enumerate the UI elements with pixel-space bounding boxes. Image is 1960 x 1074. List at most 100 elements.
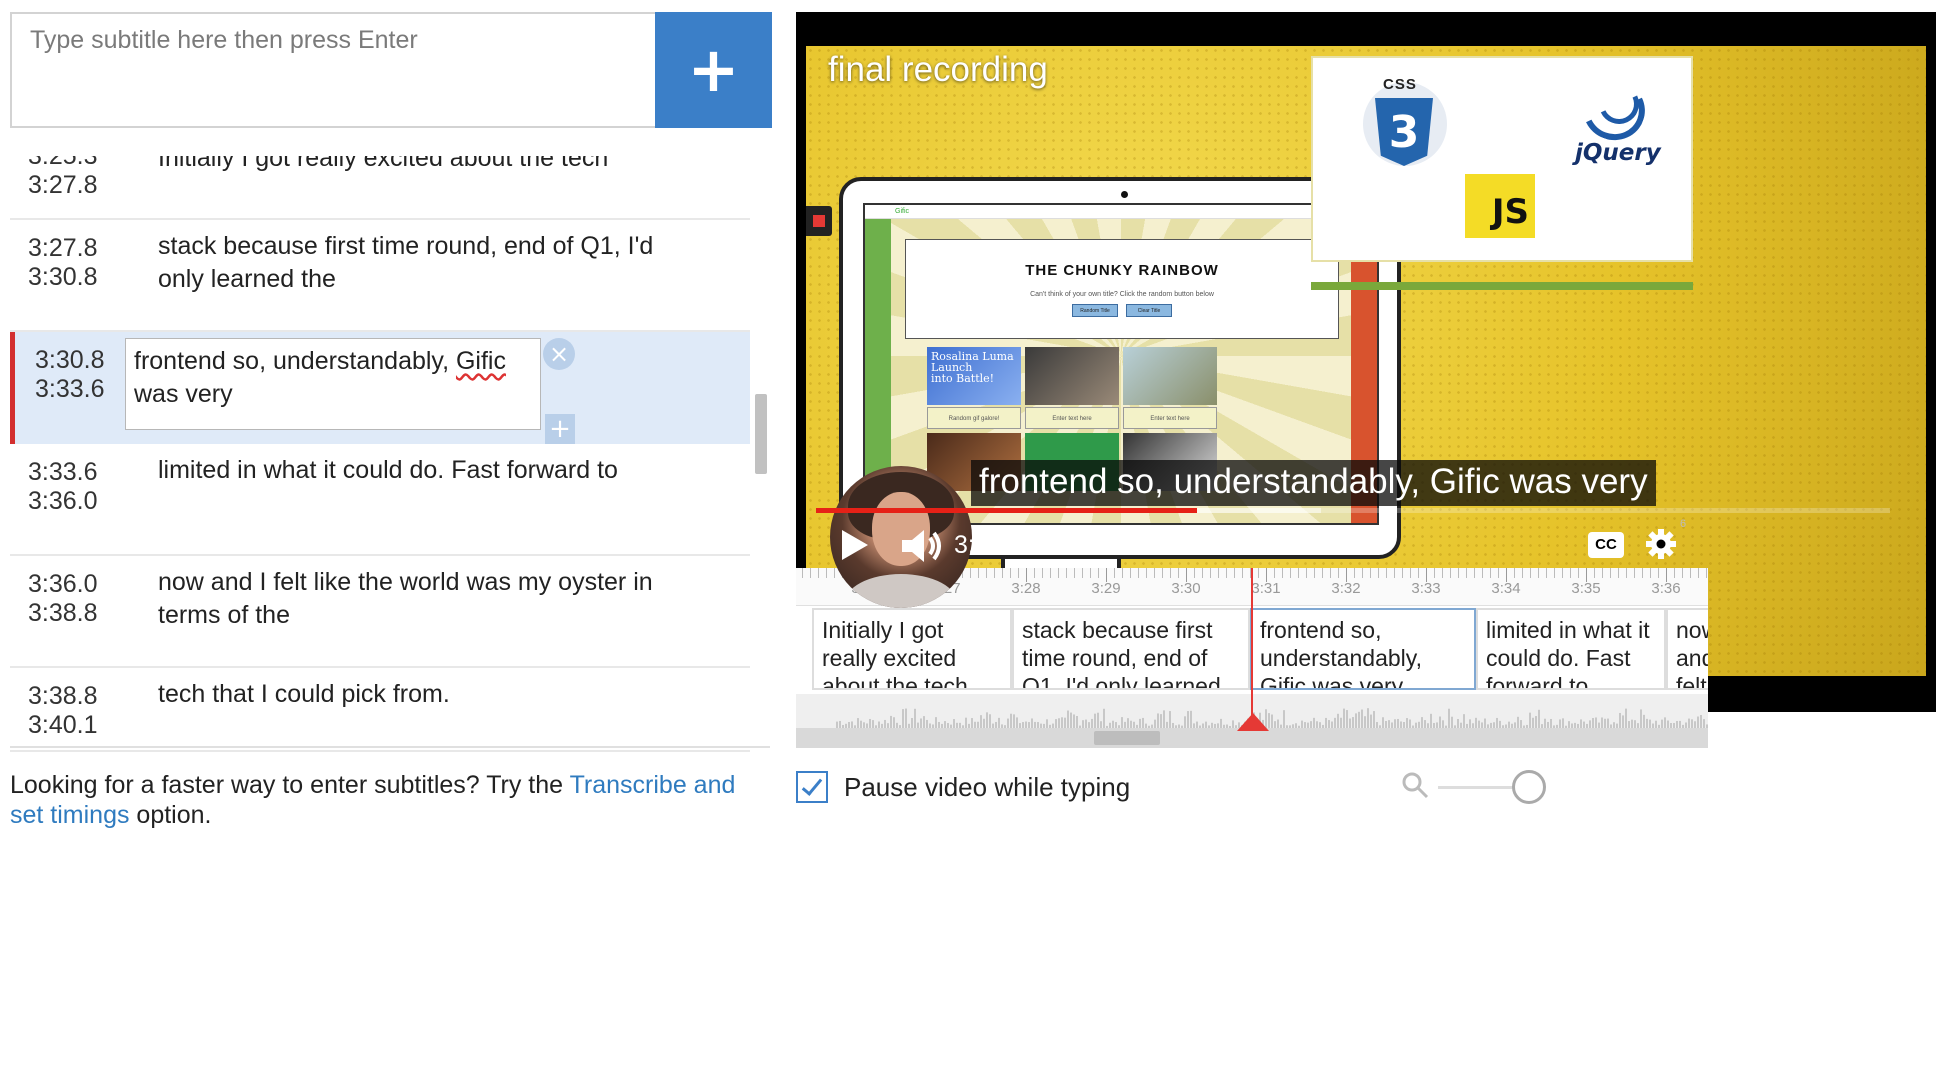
waveform-bar <box>1160 714 1162 728</box>
delete-subtitle-button[interactable]: × <box>543 338 575 370</box>
waveform-bar <box>920 718 922 728</box>
ruler-tick <box>1386 568 1387 578</box>
waveform-bar <box>1550 718 1552 728</box>
caption-overlay: frontend so, understandably, Gific was v… <box>971 460 1656 506</box>
waveform-bar <box>1220 718 1222 728</box>
waveform-bar <box>1535 716 1537 728</box>
playhead-handle[interactable] <box>1237 713 1269 731</box>
ruler-tick <box>1330 568 1331 578</box>
start-time[interactable]: 3:25.3 <box>28 156 98 171</box>
misspelled-word[interactable]: Gific <box>456 347 506 375</box>
subtitle-row[interactable]: 3:33.6 3:36.0 limited in what it could d… <box>10 444 750 556</box>
site-clear-button: Clear Title <box>1126 304 1172 317</box>
timeline-block[interactable]: stack because first time round, end of Q… <box>1012 608 1250 690</box>
list-divider <box>10 746 770 748</box>
subtitle-edit-field[interactable]: frontend so, understandably, Gific was v… <box>125 338 541 430</box>
ruler-tick <box>1066 568 1067 578</box>
end-time[interactable]: 3:30.8 <box>28 263 98 292</box>
ruler-tick <box>826 568 827 578</box>
ruler-tick <box>1650 568 1651 578</box>
timeline-scrollbar[interactable] <box>796 728 1708 748</box>
ruler-tick <box>1098 568 1099 578</box>
site-subheading: Can't think of your own title? Click the… <box>1030 291 1214 298</box>
play-icon[interactable] <box>842 530 868 560</box>
waveform-bar <box>893 717 895 728</box>
start-time[interactable]: 3:30.8 <box>35 346 105 375</box>
new-subtitle-input[interactable] <box>10 12 655 128</box>
waveform-bar <box>1328 720 1330 728</box>
subtitle-text[interactable]: Initially I got really excited about the… <box>158 156 698 175</box>
end-time[interactable]: 3:33.6 <box>35 375 105 404</box>
subtitle-row[interactable]: 3:25.3 3:27.8 Initially I got really exc… <box>10 156 750 220</box>
ruler-tick <box>1474 568 1475 578</box>
waveform-bar <box>1478 720 1480 728</box>
subtitle-text[interactable]: now and I felt like the world was my oys… <box>158 566 698 632</box>
gif-thumb: Rosalina Luma Launch into Battle! <box>927 347 1021 405</box>
gif-thumb <box>1123 347 1217 405</box>
ruler-tick <box>1706 568 1707 578</box>
ruler-tick <box>1354 568 1355 578</box>
ruler-tick <box>1018 568 1019 578</box>
list-scrollbar[interactable] <box>755 394 767 474</box>
waveform-bar <box>1301 720 1303 728</box>
gear-icon[interactable] <box>1644 527 1678 561</box>
js-label: JS <box>1491 192 1529 232</box>
progress-bar[interactable] <box>816 508 1890 513</box>
start-time[interactable]: 3:38.8 <box>28 682 98 711</box>
ruler-tick <box>1170 568 1171 578</box>
insert-subtitle-button[interactable]: + <box>545 414 575 444</box>
end-time[interactable]: 3:36.0 <box>28 487 98 516</box>
start-time[interactable]: 3:36.0 <box>28 570 98 599</box>
pause-option[interactable]: Pause video while typing <box>796 770 1130 804</box>
subtitle-text[interactable]: tech that I could pick from. <box>158 678 698 711</box>
timeline-block[interactable]: limited in what it could do. Fast forwar… <box>1476 608 1666 690</box>
ruler-tick <box>1466 568 1467 578</box>
waveform-bar <box>1070 712 1072 728</box>
waveform-bar <box>884 719 886 728</box>
pause-checkbox[interactable] <box>796 771 828 803</box>
waveform-bar <box>1484 718 1486 728</box>
site-header: Gific <box>865 205 1377 219</box>
waveform-bar <box>911 718 913 728</box>
start-time[interactable]: 3:33.6 <box>28 458 98 487</box>
subtitle-row[interactable]: 3:38.8 3:40.1 tech that I could pick fro… <box>10 668 750 752</box>
ruler-tick-label: 3:29 <box>1091 580 1121 597</box>
start-time[interactable]: 3:27.8 <box>28 234 98 263</box>
waveform-bar <box>1112 720 1114 728</box>
subtitle-row[interactable]: 3:36.0 3:38.8 now and I felt like the wo… <box>10 556 750 668</box>
waveform-bar <box>1157 713 1159 728</box>
waveform-bar <box>1073 714 1075 728</box>
end-time[interactable]: 3:40.1 <box>28 711 98 740</box>
green-underline <box>1311 282 1693 290</box>
waveform-bar <box>1442 720 1444 728</box>
ruler-tick <box>1482 568 1483 578</box>
new-subtitle-row: + <box>10 12 772 128</box>
cc-icon[interactable]: CC <box>1588 532 1624 558</box>
subtitle-row-active[interactable]: 3:30.8 3:33.6 frontend so, understandabl… <box>10 332 750 444</box>
edit-text-before: frontend so, understandably, <box>134 347 456 375</box>
timeline-block[interactable]: now and I felt like the world was my oys… <box>1666 608 1708 690</box>
end-time[interactable]: 3:27.8 <box>28 171 98 200</box>
record-stop-icon[interactable] <box>806 206 832 236</box>
ruler-tick <box>1234 568 1235 578</box>
timeline-scroll-thumb[interactable] <box>1094 731 1160 745</box>
waveform-bar <box>1130 720 1132 728</box>
timeline-block[interactable]: Initially I got really excited about the… <box>812 608 1012 690</box>
end-time[interactable]: 3:38.8 <box>28 599 98 628</box>
pause-label: Pause video while typing <box>844 771 1131 802</box>
ruler-tick <box>1570 568 1571 578</box>
ruler-tick <box>818 568 819 578</box>
timeline-block-active[interactable]: frontend so, understandably, Gific was v… <box>1250 608 1476 690</box>
zoom-slider-knob[interactable] <box>1512 770 1546 804</box>
add-subtitle-button[interactable]: + <box>655 12 772 128</box>
ruler-tick <box>802 568 803 578</box>
volume-icon[interactable] <box>900 528 944 564</box>
ruler-tick <box>1442 568 1443 578</box>
subtitle-text[interactable]: limited in what it could do. Fast forwar… <box>158 454 698 487</box>
subtitle-text[interactable]: stack because first time round, end of Q… <box>158 230 698 296</box>
site-random-button: Random Title <box>1072 304 1118 317</box>
playhead[interactable] <box>1251 568 1253 718</box>
subtitle-row[interactable]: 3:27.8 3:30.8 stack because first time r… <box>10 220 750 332</box>
ruler-tick <box>1674 568 1675 578</box>
waveform-bar <box>1538 709 1540 728</box>
